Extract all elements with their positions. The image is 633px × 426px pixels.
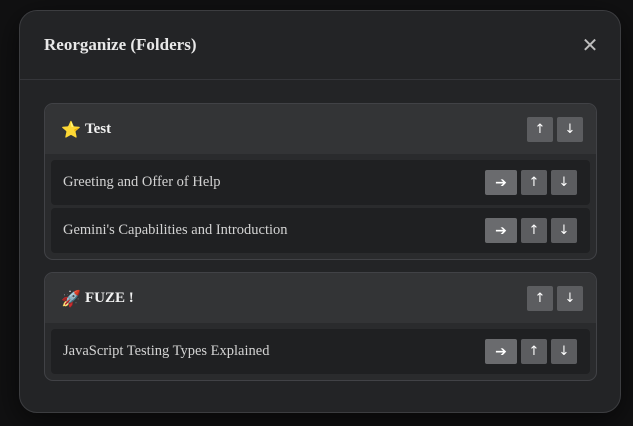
folder-card: ⭐ Test ↑ ↓ Greeting and Offer of Help ➔ … bbox=[44, 103, 597, 260]
chat-title: Gemini's Capabilities and Introduction bbox=[63, 222, 288, 238]
move-chat-button[interactable]: ➔ bbox=[485, 339, 517, 364]
chat-row: JavaScript Testing Types Explained ➔ ↑ ↓ bbox=[51, 329, 590, 374]
folder-move-up-button[interactable]: ↑ bbox=[527, 116, 553, 142]
folder-title: 🚀 FUZE ! bbox=[61, 289, 134, 308]
folder-name: FUZE ! bbox=[85, 289, 134, 306]
chat-title: Greeting and Offer of Help bbox=[63, 174, 221, 190]
chat-move-down-button[interactable]: ↓ bbox=[551, 218, 577, 243]
folder-move-down-button[interactable]: ↓ bbox=[557, 116, 583, 142]
chat-move-up-button[interactable]: ↑ bbox=[521, 218, 547, 243]
chat-row: Greeting and Offer of Help ➔ ↑ ↓ bbox=[51, 160, 590, 205]
chat-move-up-button[interactable]: ↑ bbox=[521, 170, 547, 195]
folder-order-buttons: ↑ ↓ bbox=[527, 116, 583, 142]
modal-title: Reorganize (Folders) bbox=[44, 35, 197, 54]
folder-chat-list: JavaScript Testing Types Explained ➔ ↑ ↓ bbox=[45, 323, 596, 380]
folder-list: ⭐ Test ↑ ↓ Greeting and Offer of Help ➔ … bbox=[44, 103, 597, 393]
chat-title: JavaScript Testing Types Explained bbox=[63, 343, 270, 359]
folder-name: Test bbox=[85, 120, 112, 137]
move-chat-button[interactable]: ➔ bbox=[485, 218, 517, 243]
chat-row: Gemini's Capabilities and Introduction ➔… bbox=[51, 208, 590, 253]
folder-chat-list: Greeting and Offer of Help ➔ ↑ ↓ Gemini'… bbox=[45, 154, 596, 259]
chat-move-down-button[interactable]: ↓ bbox=[551, 339, 577, 364]
chat-move-down-button[interactable]: ↓ bbox=[551, 170, 577, 195]
move-chat-button[interactable]: ➔ bbox=[485, 170, 517, 195]
folder-move-down-button[interactable]: ↓ bbox=[557, 285, 583, 311]
folder-move-up-button[interactable]: ↑ bbox=[527, 285, 553, 311]
reorganize-modal: Reorganize (Folders) ✕ ⭐ Test ↑ ↓ Greeti… bbox=[19, 10, 621, 413]
modal-header: Reorganize (Folders) ✕ bbox=[20, 11, 620, 80]
folder-header: ⭐ Test ↑ ↓ bbox=[45, 104, 596, 154]
chat-move-up-button[interactable]: ↑ bbox=[521, 339, 547, 364]
chat-action-buttons: ➔ ↑ ↓ bbox=[485, 170, 577, 195]
folder-order-buttons: ↑ ↓ bbox=[527, 285, 583, 311]
chat-action-buttons: ➔ ↑ ↓ bbox=[485, 339, 577, 364]
rocket-icon: 🚀 bbox=[61, 288, 81, 308]
folder-title: ⭐ Test bbox=[61, 120, 111, 139]
close-icon[interactable]: ✕ bbox=[580, 35, 600, 55]
folder-card: 🚀 FUZE ! ↑ ↓ JavaScript Testing Types Ex… bbox=[44, 272, 597, 381]
folder-header: 🚀 FUZE ! ↑ ↓ bbox=[45, 273, 596, 323]
star-icon: ⭐ bbox=[61, 119, 81, 139]
chat-action-buttons: ➔ ↑ ↓ bbox=[485, 218, 577, 243]
